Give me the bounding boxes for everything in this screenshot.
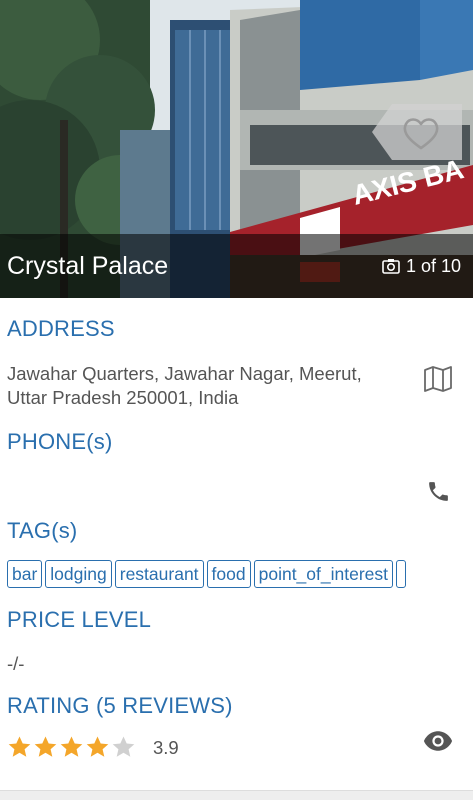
star-filled-icon: [34, 736, 57, 757]
tag-chip[interactable]: food: [206, 560, 251, 588]
rating-stars: [7, 735, 136, 759]
star-filled-icon: [86, 736, 109, 757]
hero-photo[interactable]: AXIS BA Crystal Palace 1 of 10: [0, 0, 473, 298]
tags-label: TAG(s): [7, 518, 78, 543]
tag-chip[interactable]: point_of_interest: [253, 560, 394, 588]
camera-icon: [382, 259, 400, 274]
place-title: Crystal Palace: [7, 252, 169, 280]
star-filled-icon: [60, 736, 83, 757]
tag-chip[interactable]: restaurant: [114, 560, 204, 588]
favorite-heart-icon[interactable]: [372, 104, 462, 160]
bottom-bar: [0, 790, 473, 800]
star-empty-icon: [112, 736, 135, 757]
place-detail-screen: AXIS BA Crystal Palace 1 of 10 ADDRESS J…: [0, 0, 473, 800]
map-icon[interactable]: [423, 366, 453, 392]
address-label: ADDRESS: [7, 316, 115, 341]
price-level-label: PRICE LEVEL: [7, 607, 152, 632]
eye-icon[interactable]: [423, 730, 453, 752]
phone-icon[interactable]: [426, 479, 451, 504]
address-line-1: Jawahar Quarters, Jawahar Nagar, Meerut,: [7, 363, 362, 384]
tag-chip[interactable]: bar: [7, 560, 43, 588]
price-level-value: -/-: [7, 653, 25, 674]
tag-chip[interactable]: lodging: [45, 560, 112, 588]
phone-label: PHONE(s): [7, 429, 113, 454]
rating-label: RATING (5 REVIEWS): [7, 693, 233, 718]
address-line-2: Uttar Pradesh 250001, India: [7, 387, 239, 408]
photo-counter: 1 of 10: [382, 255, 461, 277]
photo-counter-text: 1 of 10: [405, 256, 461, 276]
tag-list: bar lodging restaurant food point_of_interes…: [7, 560, 473, 590]
star-filled-icon: [8, 736, 31, 757]
rating-value: 3.9: [153, 737, 179, 758]
tag-chip-overflow[interactable]: [396, 560, 407, 588]
